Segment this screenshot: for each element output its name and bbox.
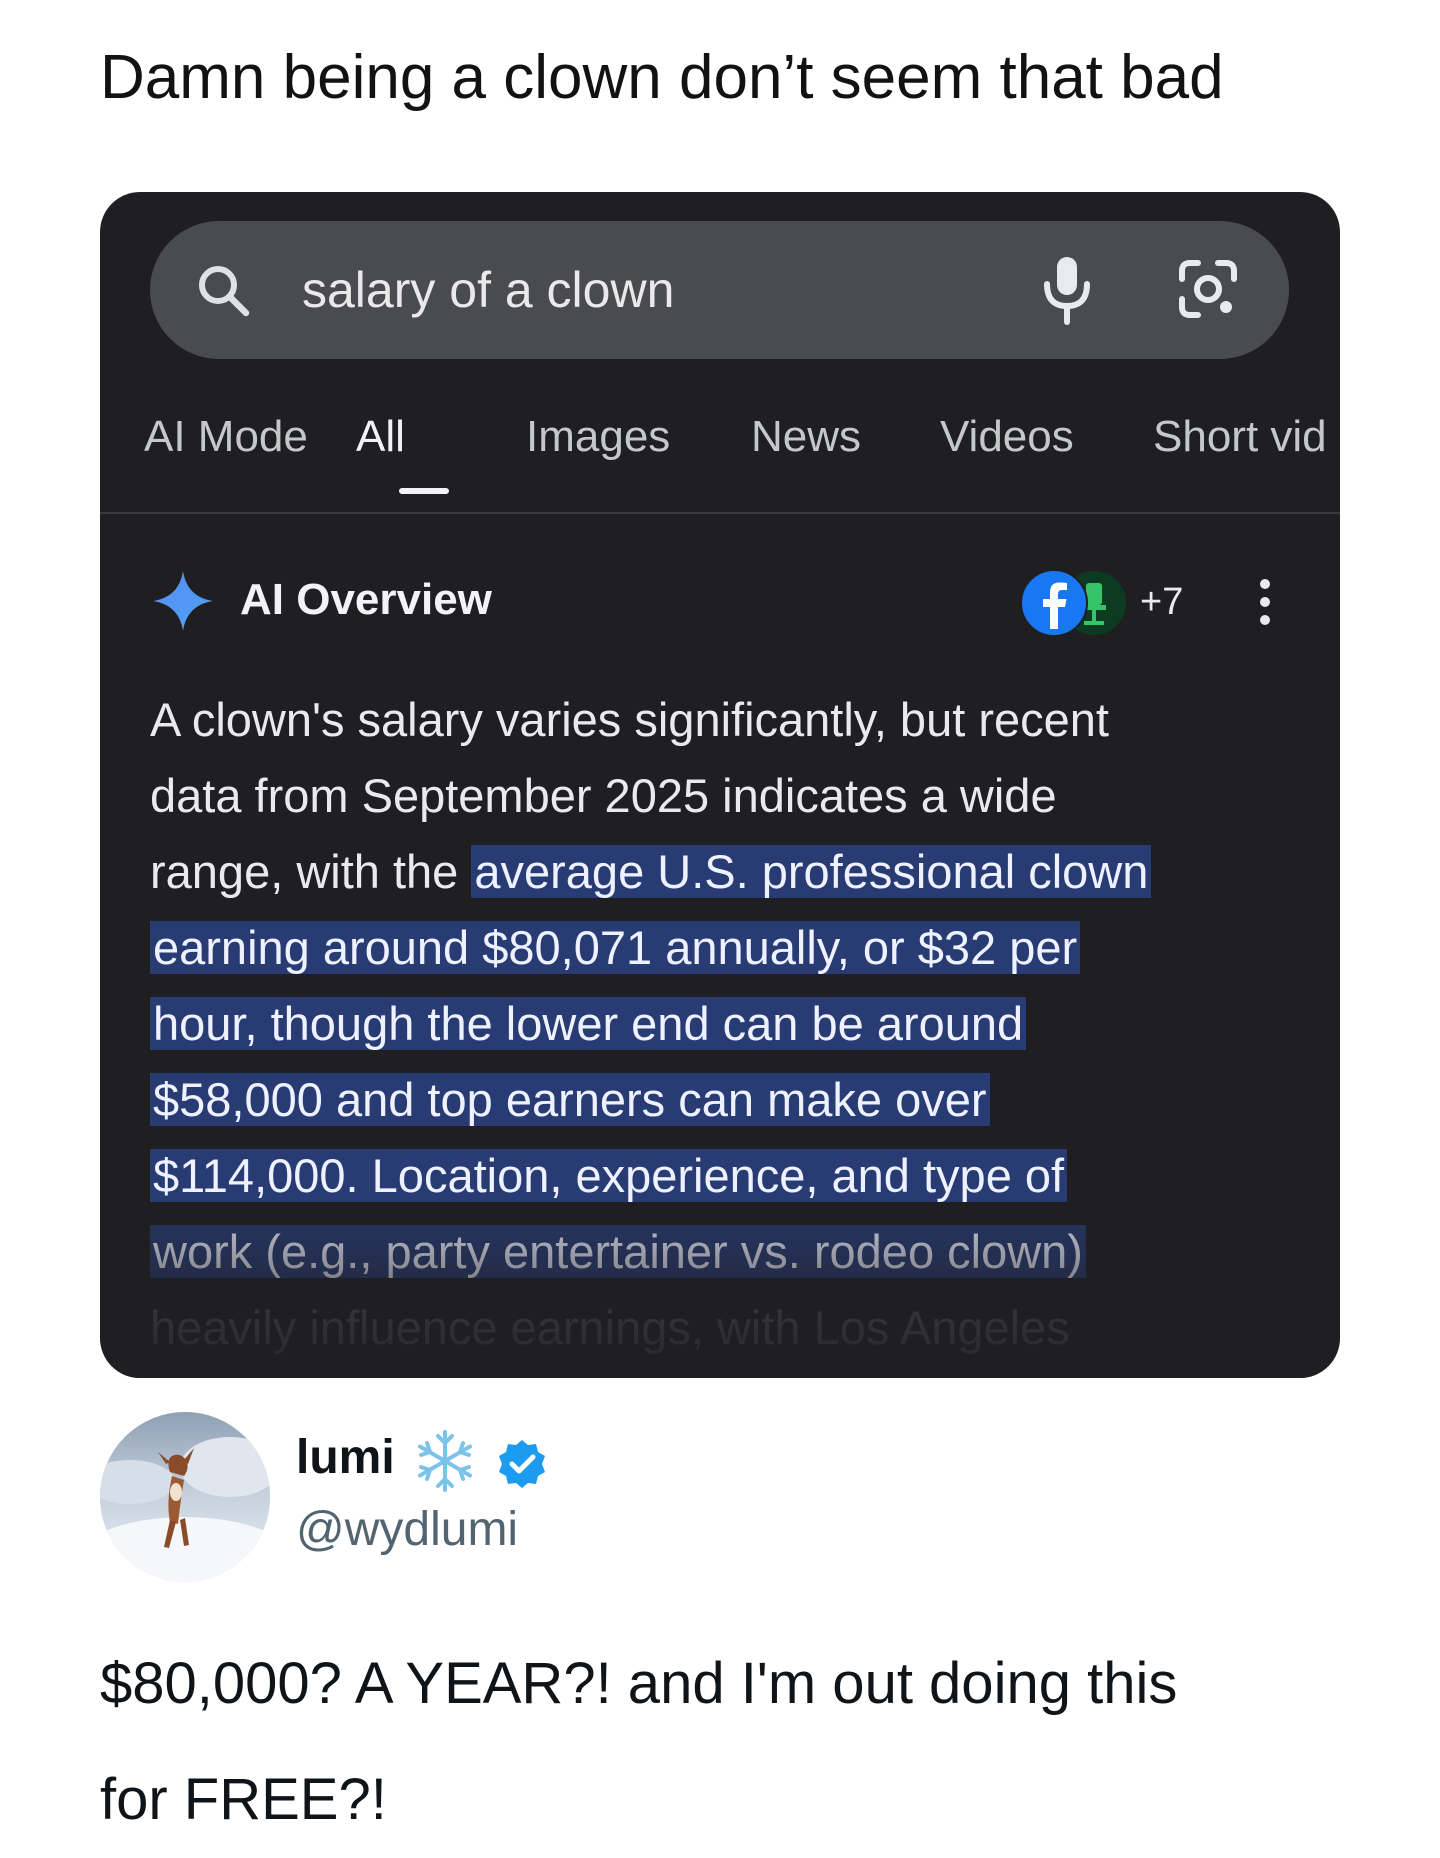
tab-short-videos[interactable]: Short vid: [1153, 407, 1327, 467]
ai-overview-line: hour, though the lower end can be around: [150, 986, 1300, 1062]
tweet-text-line: $80,000? A YEAR?! and I'm out doing this: [100, 1651, 1178, 1716]
facebook-icon[interactable]: [1020, 569, 1088, 637]
tweet-text: $80,000? A YEAR?! and I'm out doing this…: [100, 1626, 1340, 1858]
snowflake-icon: [418, 1430, 472, 1492]
search-tabs: AI Mode All Images News Videos Short vid: [100, 407, 1340, 507]
user-handle[interactable]: @wydlumi: [296, 1500, 518, 1560]
ai-overview-header: AI Overview +7: [100, 564, 1340, 674]
highlighted-text: average U.S. professional clown: [471, 845, 1152, 898]
tabs-divider: [100, 512, 1340, 514]
ai-overview-line: earning around $80,071 annually, or $32 …: [150, 910, 1300, 986]
gemini-sparkle-icon: [153, 571, 213, 631]
ai-overview-line: $58,000 and top earners can make over: [150, 1062, 1300, 1138]
mic-icon[interactable]: [1038, 254, 1096, 326]
ai-overview-title: AI Overview: [240, 575, 492, 624]
tab-videos[interactable]: Videos: [940, 407, 1074, 467]
highlighted-text: $58,000 and top earners can make over: [150, 1073, 990, 1126]
tab-all[interactable]: All: [356, 407, 405, 467]
ai-overview-line: range, with the average U.S. professiona…: [150, 834, 1300, 910]
ai-overview-line: A clown's salary varies significantly, b…: [150, 693, 1109, 746]
ai-overview-line: work (e.g., party entertainer vs. rodeo …: [150, 1214, 1300, 1290]
ai-overview-line: heavily influence earnings, with Los Ang…: [150, 1301, 1070, 1354]
search-input[interactable]: salary of a clown: [302, 257, 674, 323]
more-sources-count[interactable]: +7: [1140, 578, 1183, 626]
ai-overview-line: $114,000. Location, experience, and type…: [150, 1138, 1300, 1214]
search-bar[interactable]: salary of a clown: [150, 221, 1289, 359]
more-options-icon[interactable]: [1250, 572, 1280, 632]
user-display-name[interactable]: lumi: [296, 1428, 395, 1488]
highlighted-text: work (e.g., party entertainer vs. rodeo …: [150, 1225, 1086, 1278]
ai-overview-text: A clown's salary varies significantly, b…: [150, 682, 1300, 1366]
search-icon[interactable]: [194, 261, 254, 321]
highlighted-text: hour, though the lower end can be around: [150, 997, 1027, 1050]
tab-ai-mode[interactable]: AI Mode: [144, 407, 308, 467]
tweet-text-line: for FREE?!: [100, 1767, 387, 1832]
verified-badge-icon: [499, 1440, 545, 1488]
lens-icon[interactable]: [1176, 257, 1240, 321]
highlighted-text: earning around $80,071 annually, or $32 …: [150, 921, 1081, 974]
highlighted-text: $114,000. Location, experience, and type…: [150, 1149, 1068, 1202]
tab-news[interactable]: News: [751, 407, 861, 467]
ai-overview-line: data from September 2025 indicates a wid…: [150, 769, 1057, 822]
active-tab-indicator: [399, 488, 449, 494]
post-caption: Damn being a clown don’t seem that bad: [100, 43, 1224, 112]
tab-images[interactable]: Images: [526, 407, 670, 467]
search-screenshot-card: salary of a clown AI Mode All Images New…: [100, 192, 1340, 1378]
avatar[interactable]: [100, 1412, 270, 1582]
